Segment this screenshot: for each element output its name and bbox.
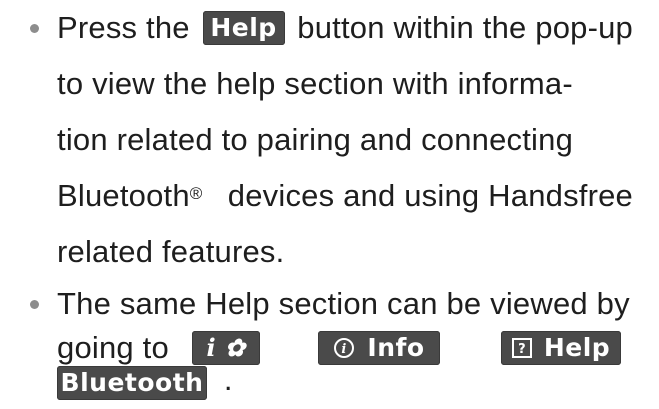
text-segment: . <box>223 362 233 397</box>
text-segment: devices and using Handsfree <box>227 178 633 213</box>
question-box-icon: ? <box>511 338 532 358</box>
help-menu-button-label: Help <box>543 333 611 362</box>
text-line: related features. <box>57 234 285 269</box>
registered-mark: ® <box>189 184 203 203</box>
help-menu-button[interactable]: ? Help <box>501 331 621 365</box>
text-line: Press the Help button within the pop-up <box>57 8 633 48</box>
text-bluetooth: Bluetooth <box>57 178 190 213</box>
bullet-dot <box>30 24 39 33</box>
help-button[interactable]: Help <box>202 11 285 45</box>
text-line: tion related to pairing and connecting <box>57 122 574 157</box>
bluetooth-button[interactable]: Bluetooth <box>57 366 207 401</box>
svg-text:i: i <box>342 342 347 357</box>
text-line: The same Help section can be viewed by <box>57 286 630 321</box>
text-segment: Bluetooth® <box>57 176 203 216</box>
text-segment: button within the pop-up <box>297 10 633 45</box>
svg-text:?: ? <box>518 342 526 357</box>
text-line: Bluetooth . <box>57 360 233 401</box>
bluetooth-button-label: Bluetooth <box>60 368 204 398</box>
text-segment: Press the <box>57 10 190 45</box>
help-button-label: Help <box>210 13 277 42</box>
info-circle-icon: i <box>333 337 355 359</box>
manual-page: Press the Help button within the pop-up … <box>0 0 659 409</box>
text-line: to view the help section with informa- <box>57 66 573 101</box>
bullet-dot <box>30 300 39 309</box>
text-line: Bluetooth® devices and using Handsfree <box>57 176 633 216</box>
info-button-label: Info <box>367 333 425 362</box>
info-button[interactable]: i Info <box>318 331 440 365</box>
